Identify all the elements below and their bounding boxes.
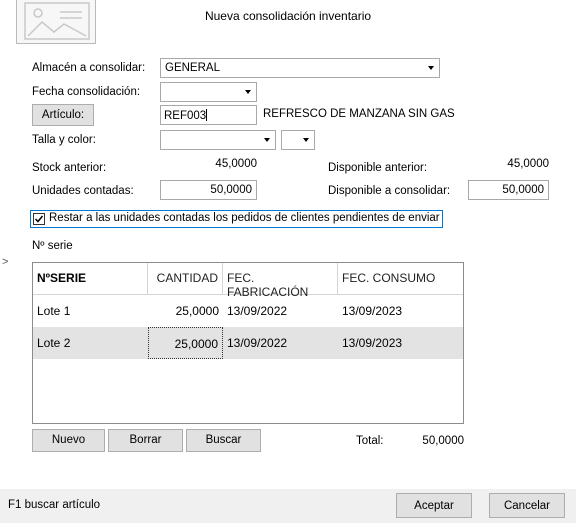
restar-pedidos-checkbox-row[interactable]: Restar a las unidades contadas los pedid…: [30, 210, 443, 228]
checkmark-icon: [34, 215, 44, 223]
cell-consumo: 13/09/2023: [342, 336, 403, 350]
grid-header: NºSERIE CANTIDAD FEC. FABRICACIÓN FEC. C…: [33, 263, 463, 299]
chevron-down-icon[interactable]: [259, 131, 275, 149]
talla-select[interactable]: [160, 130, 276, 150]
cell-fabricacion: 13/09/2022: [227, 304, 288, 318]
articulo-description: REFRESCO DE MANZANA SIN GAS: [263, 108, 455, 120]
text-cursor: [206, 109, 208, 121]
fecha-picker[interactable]: [160, 82, 257, 102]
column-header-consumo[interactable]: FEC. CONSUMO: [338, 263, 463, 294]
almacen-select[interactable]: GENERAL: [160, 58, 440, 78]
cell-cantidad: 25,0000: [175, 304, 219, 318]
stock-anterior-label: Stock anterior:: [32, 162, 107, 174]
total-label: Total:: [356, 435, 384, 447]
status-hint: F1 buscar artículo: [8, 499, 101, 511]
color-select[interactable]: [281, 130, 315, 150]
cell-consumo: 13/09/2023: [342, 304, 403, 318]
cell-serie: Lote 1: [37, 304, 71, 318]
buscar-button[interactable]: Buscar: [186, 429, 261, 452]
chevron-down-icon[interactable]: [240, 83, 256, 101]
column-header-serie[interactable]: NºSERIE: [33, 263, 148, 294]
talla-label: Talla y color:: [32, 134, 96, 146]
unidades-contadas-input[interactable]: 50,0000: [160, 180, 257, 200]
table-row[interactable]: Lote 1 25,0000 13/09/2022 13/09/2023: [33, 295, 463, 327]
almacen-value: GENERAL: [165, 62, 220, 74]
stock-anterior-value: 45,0000: [215, 158, 257, 170]
column-header-fabricacion[interactable]: FEC. FABRICACIÓN: [223, 263, 338, 299]
total-value: 50,0000: [422, 435, 464, 447]
fecha-label: Fecha consolidación:: [32, 86, 141, 98]
disponible-anterior-value: 45,0000: [507, 158, 549, 170]
disponible-consolidar-input[interactable]: 50,0000: [468, 180, 549, 200]
disponible-anterior-label: Disponible anterior:: [328, 162, 428, 174]
window-title: Nueva consolidación inventario: [204, 9, 372, 23]
articulo-code: REF003: [164, 110, 207, 122]
aceptar-button[interactable]: Aceptar: [396, 493, 472, 518]
chevron-down-icon[interactable]: [298, 131, 314, 149]
nuevo-button[interactable]: Nuevo: [32, 429, 105, 452]
serie-label: Nº serie: [32, 240, 73, 252]
borrar-button[interactable]: Borrar: [108, 429, 183, 452]
restar-pedidos-checkbox[interactable]: [33, 213, 45, 225]
table-row-selected[interactable]: Lote 2 25,0000 13/09/2022 13/09/2023: [33, 327, 463, 359]
cell-serie: Lote 2: [37, 336, 71, 350]
status-bar: F1 buscar artículo Aceptar Cancelar: [0, 489, 576, 523]
cell-fabricacion: 13/09/2022: [227, 336, 288, 350]
restar-pedidos-label: Restar a las unidades contadas los pedid…: [49, 212, 440, 224]
serie-grid[interactable]: NºSERIE CANTIDAD FEC. FABRICACIÓN FEC. C…: [32, 262, 464, 424]
articulo-button[interactable]: Artículo:: [32, 104, 94, 126]
cell-cantidad-focused[interactable]: 25,0000: [148, 327, 223, 359]
expand-marker-icon[interactable]: >: [2, 256, 8, 268]
chevron-down-icon[interactable]: [423, 59, 439, 77]
unidades-contadas-label: Unidades contadas:: [32, 185, 134, 197]
column-header-cantidad[interactable]: CANTIDAD: [148, 263, 223, 294]
almacen-label: Almacén a consolidar:: [32, 62, 146, 74]
cancelar-button[interactable]: Cancelar: [489, 493, 565, 518]
articulo-code-input[interactable]: REF003: [160, 105, 257, 125]
disponible-consolidar-label: Disponible a consolidar:: [328, 185, 451, 197]
